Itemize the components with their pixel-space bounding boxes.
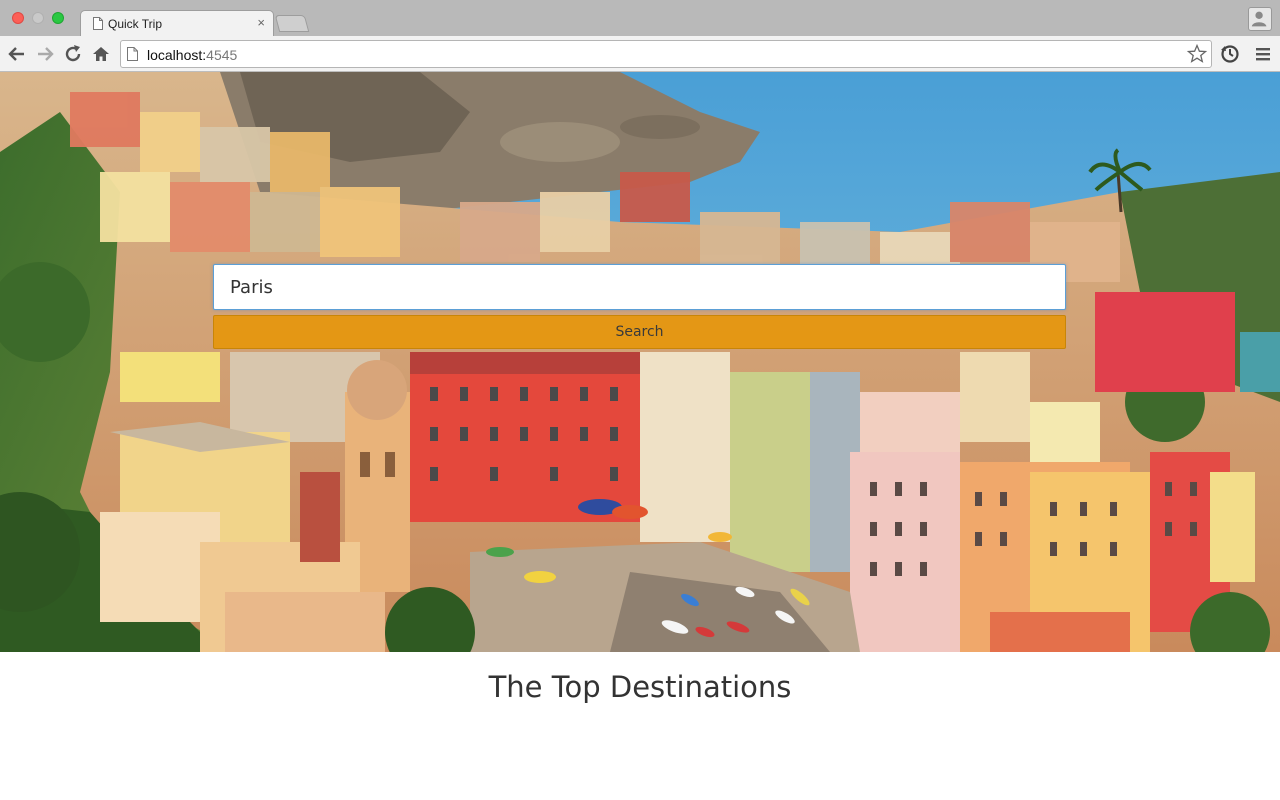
destination-search-input[interactable] bbox=[213, 264, 1066, 310]
bookmark-star-icon[interactable] bbox=[1186, 43, 1208, 65]
window-minimize-button[interactable] bbox=[32, 12, 44, 24]
window-close-button[interactable] bbox=[12, 12, 24, 24]
section-title: The Top Destinations bbox=[488, 670, 792, 704]
menu-icon[interactable] bbox=[1252, 43, 1274, 65]
back-arrow-icon[interactable] bbox=[6, 43, 28, 65]
page-icon bbox=[93, 17, 103, 30]
tab-title: Quick Trip bbox=[108, 17, 163, 31]
extension-sync-icon[interactable] bbox=[1219, 43, 1241, 65]
browser-toolbar: localhost:4545 bbox=[0, 36, 1280, 72]
tab-close-icon[interactable]: × bbox=[257, 15, 265, 30]
url-text[interactable]: localhost:4545 bbox=[147, 47, 237, 63]
new-tab-button[interactable] bbox=[274, 15, 310, 32]
address-bar[interactable]: localhost:4545 bbox=[120, 40, 1212, 68]
reload-icon[interactable] bbox=[62, 43, 84, 65]
forward-arrow-icon[interactable] bbox=[34, 43, 56, 65]
profile-button[interactable] bbox=[1248, 7, 1272, 31]
page-icon bbox=[127, 47, 138, 61]
browser-tab[interactable]: Quick Trip × bbox=[80, 10, 274, 36]
person-icon bbox=[1251, 11, 1267, 27]
search-button[interactable]: Search bbox=[213, 315, 1066, 349]
hero-banner bbox=[0, 72, 1280, 652]
coastal-village-image bbox=[0, 72, 1280, 652]
window-maximize-button[interactable] bbox=[52, 12, 64, 24]
home-icon[interactable] bbox=[90, 43, 112, 65]
tab-strip: Quick Trip × bbox=[0, 0, 1280, 36]
